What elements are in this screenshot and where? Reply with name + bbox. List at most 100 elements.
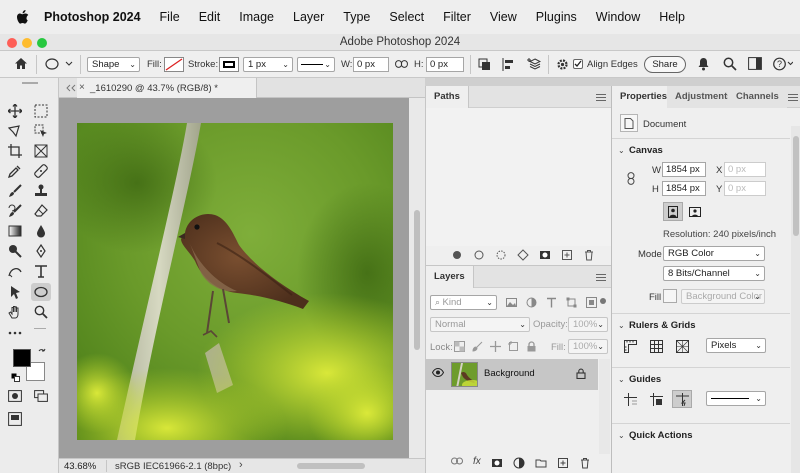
add-layer-mask-icon[interactable] [491,457,503,469]
layer-filter-kind-select[interactable]: ⌕ Kind ⌄ [430,295,497,310]
workspace-icon[interactable] [748,57,762,70]
panel-collapse-icon[interactable] [66,84,76,92]
zoom-tool-icon[interactable] [31,303,51,321]
layer-row-background[interactable]: Background [426,359,598,390]
load-path-selection-icon[interactable] [495,249,507,261]
chevron-down-icon[interactable]: ⌄ [618,375,625,384]
lasso-tool-icon[interactable] [5,122,25,140]
filter-shape-icon[interactable] [566,297,577,308]
gradient-tool-icon[interactable] [5,222,25,240]
bit-depth-select[interactable]: 8 Bits/Channel ⌄ [663,266,765,281]
link-dimensions-icon[interactable] [627,172,635,185]
new-layer-icon[interactable] [557,457,569,469]
canvas-y-field[interactable]: 0 px [724,181,766,196]
eraser-tool-icon[interactable] [31,202,51,220]
curvature-pen-tool-icon[interactable] [5,262,25,280]
artboard-icon[interactable] [5,410,25,428]
height-field[interactable]: 0 px [426,57,464,72]
align-edges-checkbox[interactable] [573,59,583,69]
properties-panel-menu-icon[interactable] [788,94,798,101]
more-tools-icon[interactable] [5,324,25,342]
menu-plugins[interactable]: Plugins [536,10,577,24]
pen-tool-icon[interactable] [31,242,51,260]
layer-fill-field[interactable]: 100% ⌄ [568,339,608,354]
search-icon[interactable] [723,57,737,71]
chevron-down-icon[interactable]: ⌄ [618,321,625,330]
ellipse-tool-icon[interactable] [31,283,51,301]
marquee-tool-icon[interactable] [31,102,51,120]
menu-view[interactable]: View [490,10,517,24]
document-tab[interactable]: × _1610290 @ 43.7% (RGB/8) * [77,78,257,98]
close-document-icon[interactable]: × [79,82,85,93]
frame-tool-icon[interactable] [31,142,51,160]
landscape-orientation-icon[interactable] [685,202,705,221]
make-work-path-icon[interactable] [517,249,529,261]
dodge-tool-icon[interactable] [5,242,25,260]
screen-mode-icon[interactable] [31,387,51,405]
default-colors-icon[interactable] [11,373,20,382]
layers-scrollbar[interactable] [599,359,610,454]
stroke-type-select[interactable]: ⌄ [297,57,335,72]
menu-layer[interactable]: Layer [293,10,324,24]
canvas-x-field[interactable]: 0 px [724,162,766,177]
ellipse-tool-preset-icon[interactable] [45,58,73,70]
menu-filter[interactable]: Filter [443,10,471,24]
pixel-grid-icon[interactable] [672,337,692,355]
brush-tool-icon[interactable] [5,182,25,200]
grid-icon[interactable] [646,337,666,355]
lock-image-icon[interactable] [472,341,483,352]
menu-help[interactable]: Help [659,10,685,24]
layer-lock-icon[interactable] [576,368,586,379]
link-layers-icon[interactable] [451,457,463,469]
canvas-width-field[interactable]: 1854 px [662,162,706,177]
fill-swatch[interactable] [164,57,184,72]
swap-colors-icon[interactable] [38,348,47,357]
width-field[interactable]: 0 px [353,57,389,72]
add-mask-icon[interactable] [539,249,551,261]
quick-mask-icon[interactable] [5,387,25,405]
eyedropper-tool-icon[interactable] [5,162,25,180]
lock-all-icon[interactable] [526,341,537,352]
fill-path-icon[interactable] [451,249,463,261]
document-image[interactable] [77,123,393,440]
layer-style-fx-icon[interactable]: fx [473,457,481,469]
delete-path-icon[interactable] [583,249,595,261]
menu-type[interactable]: Type [343,10,370,24]
canvas-area[interactable] [59,98,409,458]
guide-lines-icon[interactable] [620,390,640,408]
move-tool-icon[interactable] [5,102,25,120]
blur-tool-icon[interactable] [31,222,51,240]
guide-layout-icon[interactable] [646,390,666,408]
tab-channels[interactable]: Channels [728,86,787,108]
chevron-down-icon[interactable]: ⌄ [618,431,625,440]
filter-smart-object-icon[interactable] [586,297,597,308]
object-selection-tool-icon[interactable] [31,122,51,140]
hand-tool-icon[interactable] [5,303,25,321]
menu-file[interactable]: File [160,10,180,24]
smart-guides-icon[interactable] [672,390,692,408]
canvas-vertical-scrollbar[interactable] [409,98,425,458]
guide-style-select[interactable]: ⌄ [706,391,766,406]
home-icon[interactable] [14,57,28,70]
history-brush-tool-icon[interactable] [5,202,25,220]
new-group-icon[interactable] [535,457,547,469]
horizontal-scroll-thumb[interactable] [297,463,365,469]
stroke-width-select[interactable]: 1 px ⌄ [243,57,293,72]
ruler-units-select[interactable]: Pixels ⌄ [706,338,766,353]
opacity-field[interactable]: 100% ⌄ [568,317,608,332]
type-tool-icon[interactable] [31,262,51,280]
path-selection-tool-icon[interactable] [5,283,25,301]
tab-paths[interactable]: Paths [426,86,469,108]
menu-select[interactable]: Select [389,10,424,24]
chevron-down-icon[interactable]: ⌄ [618,146,625,155]
path-arrangement-icon[interactable] [527,57,541,71]
lock-artboard-icon[interactable] [508,341,519,352]
vertical-scroll-thumb[interactable] [414,210,420,350]
delete-layer-icon[interactable] [579,457,591,469]
layer-visibility-eye-icon[interactable] [432,368,444,377]
shape-mode-select[interactable]: Shape ⌄ [87,57,140,72]
menu-image[interactable]: Image [239,10,274,24]
canvas-height-field[interactable]: 1854 px [662,181,706,196]
share-button[interactable]: Share [644,56,686,73]
new-path-icon[interactable] [561,249,573,261]
